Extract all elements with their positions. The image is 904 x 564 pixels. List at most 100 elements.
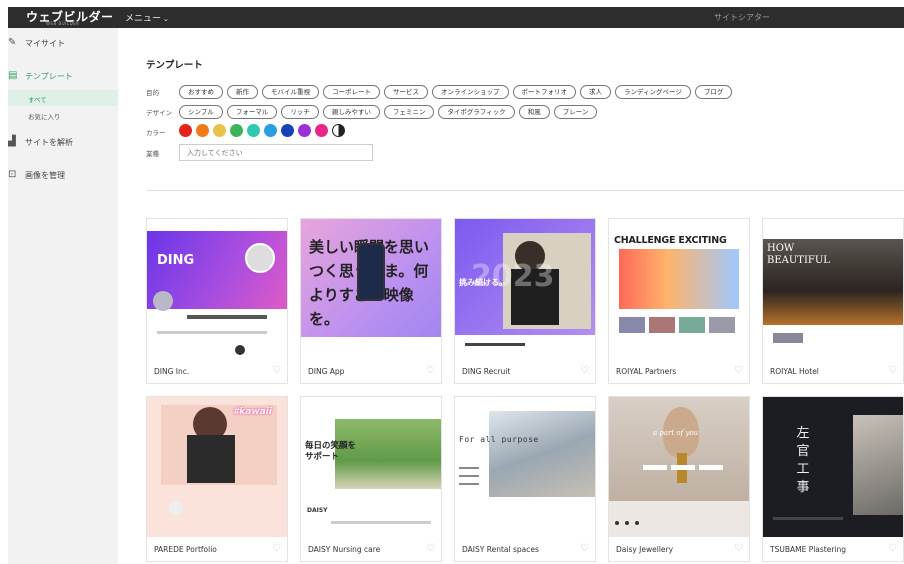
filter-label: 目的: [146, 89, 159, 97]
design-filter-chip[interactable]: プレーン: [553, 105, 598, 119]
template-card[interactable]: 左官工事 TSUBAME Plastering ♡: [762, 396, 904, 562]
template-thumbnail: CHALLENGE EXCITING: [609, 219, 749, 359]
purpose-filter-chip[interactable]: 新作: [227, 85, 258, 99]
heart-icon[interactable]: ♡: [426, 365, 435, 376]
heart-icon[interactable]: ♡: [734, 365, 743, 376]
sidebar-item-images[interactable]: ⊡ 画像を管理: [8, 165, 118, 185]
heart-icon[interactable]: ♡: [734, 543, 743, 554]
template-icon: ▤: [8, 70, 18, 81]
sidebar-item-analytics[interactable]: ▟ サイトを解析: [8, 132, 118, 152]
template-card[interactable]: 毎日の笑顔をサポート DAISY DAISY Nursing care ♡: [300, 396, 442, 562]
pencil-icon: ✎: [8, 37, 17, 48]
industry-search-input[interactable]: [179, 144, 373, 161]
sidebar-item-templates[interactable]: ▤ テンプレート: [8, 66, 118, 86]
color-swatch[interactable]: [332, 124, 345, 137]
color-swatch[interactable]: [247, 124, 260, 137]
sidebar-subitem-all[interactable]: すべて: [8, 90, 118, 106]
purpose-filter-chip[interactable]: 求人: [580, 85, 611, 99]
design-filter-chip[interactable]: フォーマル: [226, 105, 278, 119]
sidebar-item-mysite[interactable]: ✎ マイサイト: [8, 33, 118, 53]
template-card[interactable]: HOW BEAUTIFUL ROIYAL Hotel ♡: [762, 218, 904, 384]
design-filter-chip[interactable]: タイポグラフィック: [438, 105, 515, 119]
thumbnail-heading: DING: [157, 253, 195, 268]
design-filter-chip[interactable]: フェミニン: [383, 105, 435, 119]
template-thumbnail: a part of you: [609, 397, 749, 537]
design-filter-chip[interactable]: 親しみやすい: [322, 105, 380, 119]
sidebar-item-label: マイサイト: [25, 39, 65, 48]
sidebar-subitem-label: すべて: [28, 96, 47, 104]
template-thumbnail: #kawaii: [147, 397, 287, 537]
color-swatch[interactable]: [281, 124, 294, 137]
chart-icon: ▟: [8, 136, 16, 147]
purpose-filter-chip[interactable]: ポートフォリオ: [512, 85, 576, 99]
purpose-filter-chip[interactable]: サービス: [384, 85, 428, 99]
color-swatch[interactable]: [315, 124, 328, 137]
sidebar-subitem-label: お気に入り: [28, 113, 61, 121]
template-name: ROIYAL Hotel: [770, 367, 819, 376]
template-thumbnail: For all purpose: [455, 397, 595, 537]
color-swatch[interactable]: [298, 124, 311, 137]
template-thumbnail: 左官工事: [763, 397, 903, 537]
design-filter-chip[interactable]: リッチ: [281, 105, 319, 119]
template-name: Daisy Jewellery: [616, 545, 674, 554]
template-card[interactable]: CHALLENGE EXCITING ROIYAL Partners ♡: [608, 218, 750, 384]
color-swatch[interactable]: [213, 124, 226, 137]
template-name: ROIYAL Partners: [616, 367, 677, 376]
template-card[interactable]: #kawaii PAREDE Portfolio ♡: [146, 396, 288, 562]
template-card[interactable]: DING DING Inc. ♡: [146, 218, 288, 384]
design-filter-chip[interactable]: 和風: [518, 105, 550, 119]
template-thumbnail: DING: [147, 219, 287, 359]
purpose-filter-chip[interactable]: ランディングページ: [615, 85, 691, 99]
thumbnail-heading: a part of you: [653, 429, 699, 437]
sidebar-subitem-favorites[interactable]: お気に入り: [8, 107, 118, 123]
template-name: DING Inc.: [154, 367, 190, 376]
sidebar-item-label: テンプレート: [25, 72, 73, 81]
divider: [146, 190, 904, 191]
thumbnail-heading: #kawaii: [233, 407, 272, 417]
template-card[interactable]: a part of you Daisy Jewellery ♡: [608, 396, 750, 562]
purpose-filter-chip[interactable]: ブログ: [694, 85, 733, 99]
template-name: DAISY Rental spaces: [462, 545, 539, 554]
menu-dropdown[interactable]: メニュー ⌄: [125, 11, 169, 24]
filter-label: 業種: [146, 150, 159, 158]
template-name: TSUBAME Plastering: [770, 545, 847, 554]
thumbnail-heading: 毎日の笑顔をサポート: [305, 441, 357, 462]
site-theater-link[interactable]: サイトシアター: [714, 12, 770, 23]
purpose-filter-chip[interactable]: コーポレート: [323, 85, 380, 99]
template-card[interactable]: 2023 挑み続ける。 DING Recruit ♡: [454, 218, 596, 384]
chevron-down-icon: ⌄: [163, 15, 169, 23]
thumbnail-heading: For all purpose: [459, 435, 539, 444]
heart-icon[interactable]: ♡: [272, 543, 281, 554]
color-swatch[interactable]: [230, 124, 243, 137]
heart-icon[interactable]: ♡: [580, 543, 589, 554]
heart-icon[interactable]: ♡: [272, 365, 281, 376]
heart-icon[interactable]: ♡: [426, 543, 435, 554]
thumbnail-heading: 左官工事: [796, 426, 810, 495]
main-content: テンプレート 目的 おすすめ 新作 モバイル重視 コーポレート サービス オンラインショッ…: [118, 28, 904, 564]
heart-icon[interactable]: ♡: [888, 543, 897, 554]
color-swatch[interactable]: [264, 124, 277, 137]
template-card[interactable]: 美しい瞬間を思いつく思うまま。何よりすごい映像を。 DING App ♡: [300, 218, 442, 384]
template-thumbnail: 美しい瞬間を思いつく思うまま。何よりすごい映像を。: [301, 219, 441, 359]
template-thumbnail: 毎日の笑顔をサポート DAISY: [301, 397, 441, 537]
sidebar-item-label: 画像を管理: [25, 171, 65, 180]
heart-icon[interactable]: ♡: [580, 365, 589, 376]
thumbnail-heading: 挑み続ける。: [459, 278, 507, 287]
sidebar: ✎ マイサイト ▤ テンプレート すべて お気に入り ▟ サイトを解析 ⊡ 画像…: [8, 28, 118, 564]
color-swatch[interactable]: [196, 124, 209, 137]
filter-label: デザイン: [146, 109, 172, 117]
template-thumbnail: HOW BEAUTIFUL: [763, 219, 903, 359]
template-thumbnail: 2023 挑み続ける。: [455, 219, 595, 359]
filter-label: カラー: [146, 129, 166, 137]
purpose-filter-chip[interactable]: おすすめ: [179, 85, 223, 99]
template-name: DAISY Nursing care: [308, 545, 381, 554]
design-filter-chip[interactable]: シンプル: [179, 105, 223, 119]
template-name: DING App: [308, 367, 345, 376]
heart-icon[interactable]: ♡: [888, 365, 897, 376]
template-name: PAREDE Portfolio: [154, 545, 217, 554]
purpose-filter-chip[interactable]: モバイル重視: [262, 85, 319, 99]
menu-label: メニュー: [125, 14, 162, 24]
color-swatch[interactable]: [179, 124, 192, 137]
purpose-filter-chip[interactable]: オンラインショップ: [432, 85, 509, 99]
template-card[interactable]: For all purpose DAISY Rental spaces ♡: [454, 396, 596, 562]
